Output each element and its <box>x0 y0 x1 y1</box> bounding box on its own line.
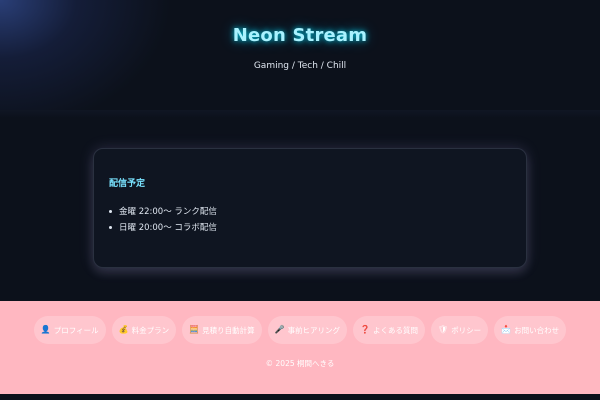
nav-link-faq[interactable]: ❓ よくある質問 <box>353 316 426 344</box>
nav-link-policy[interactable]: 🛡 ポリシー <box>431 316 489 344</box>
list-item: 金曜 22:00〜 ランク配信 <box>109 203 217 219</box>
question-icon: ❓ <box>360 325 371 334</box>
nav-link-label: 料金プラン <box>131 325 170 335</box>
nav-link-label: プロフィール <box>53 325 99 335</box>
nav-link-label: お問い合わせ <box>514 325 560 335</box>
money-bag-icon: 💰 <box>118 325 129 334</box>
nav-link-label: ポリシー <box>451 325 482 335</box>
schedule-card: 配信予定 金曜 22:00〜 ランク配信 日曜 20:00〜 コラボ配信 <box>93 148 527 268</box>
nav-link-contact[interactable]: 📩 お問い合わせ <box>494 316 567 344</box>
nav-link-pricing[interactable]: 💰 料金プラン <box>111 316 177 344</box>
shield-icon: 🛡 <box>438 325 449 334</box>
nav-link-hearing[interactable]: 🎤 事前ヒアリング <box>267 316 348 344</box>
schedule-item-text: 日曜 20:00〜 コラボ配信 <box>119 223 217 233</box>
copyright-text: © 2025 桐間へきる <box>265 359 335 368</box>
mail-icon: 📩 <box>501 325 512 334</box>
nav-link-estimate[interactable]: 🧮 見積り自動計算 <box>182 316 262 344</box>
nav-link-label: よくある質問 <box>373 325 419 335</box>
nav-link-label: 事前ヒアリング <box>287 325 341 335</box>
site-title: Neon Stream <box>232 25 368 46</box>
hero-banner <box>0 0 600 116</box>
site-tagline: Gaming / Tech / Chill <box>253 61 347 71</box>
footer: 👤 プロフィール 💰 料金プラン 🧮 見積り自動計算 🎤 事前ヒアリング ❓ よ… <box>0 301 600 394</box>
schedule-list: 金曜 22:00〜 ランク配信 日曜 20:00〜 コラボ配信 <box>109 203 217 235</box>
calculator-icon: 🧮 <box>189 325 200 334</box>
bullet-icon <box>109 209 112 213</box>
schedule-item-text: 金曜 22:00〜 ランク配信 <box>119 207 217 217</box>
page: Neon Stream Gaming / Tech / Chill 配信予定 金… <box>0 0 600 400</box>
nav-link-label: 見積り自動計算 <box>202 325 255 335</box>
hero-divider <box>0 110 600 118</box>
bottom-bar <box>0 394 600 400</box>
person-icon: 👤 <box>40 325 51 334</box>
bullet-icon <box>109 225 112 229</box>
nav-link-profile[interactable]: 👤 プロフィール <box>33 316 106 344</box>
microphone-icon: 🎤 <box>274 325 285 334</box>
schedule-title: 配信予定 <box>109 179 146 189</box>
footer-nav: 👤 プロフィール 💰 料金プラン 🧮 見積り自動計算 🎤 事前ヒアリング ❓ よ… <box>0 316 600 344</box>
list-item: 日曜 20:00〜 コラボ配信 <box>109 219 217 235</box>
